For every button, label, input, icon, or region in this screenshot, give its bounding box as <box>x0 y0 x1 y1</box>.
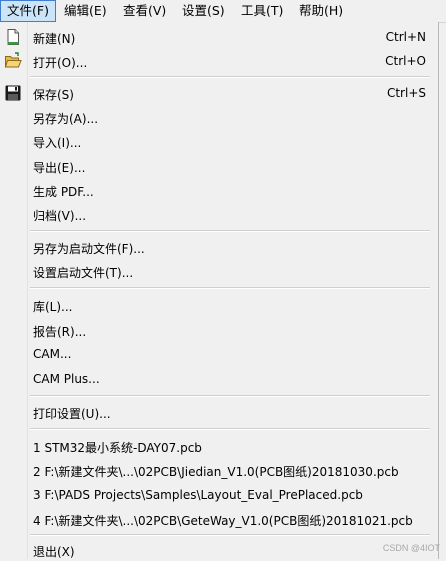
menu-item-save-as-startup-label: 另存为启动文件(F)... <box>33 242 145 256</box>
recent-file-2[interactable]: 2 F:\新建文件夹\...\02PCB\Jiedian_V1.0(PCB图纸)… <box>0 459 438 481</box>
menu-item-print-setup-label: 打印设置(U)... <box>33 407 111 421</box>
watermark: CSDN @4IOT <box>382 543 440 553</box>
menu-bar: 文件(F) 编辑(E) 查看(V) 设置(S) 工具(T) 帮助(H) <box>0 0 446 23</box>
menu-item-export-label: 导出(E)... <box>33 161 86 175</box>
menu-item-reports-label: 报告(R)... <box>33 325 87 339</box>
menu-item-reports[interactable]: 报告(R)... <box>0 319 438 341</box>
floppy-disk-icon <box>4 84 22 102</box>
menu-item-save-label: 保存(S) <box>33 88 74 102</box>
separator <box>30 428 430 430</box>
menu-item-exit[interactable]: 退出(X) <box>0 539 438 561</box>
menu-item-generate-pdf[interactable]: 生成 PDF... <box>0 179 438 201</box>
menu-item-save[interactable]: 保存(S) Ctrl+S <box>0 82 438 104</box>
menu-item-open-shortcut: Ctrl+O <box>385 54 426 68</box>
menu-setup[interactable]: 设置(S) <box>176 0 231 22</box>
open-folder-icon <box>4 52 22 70</box>
separator <box>30 76 430 78</box>
menu-item-cam-plus-label: CAM Plus... <box>33 372 100 386</box>
menu-help[interactable]: 帮助(H) <box>293 0 349 22</box>
separator <box>30 534 430 536</box>
menu-item-cam-label: CAM... <box>33 347 72 361</box>
menu-edit[interactable]: 编辑(E) <box>58 0 113 22</box>
menu-item-exit-label: 退出(X) <box>33 545 75 559</box>
menu-view[interactable]: 查看(V) <box>117 0 172 22</box>
separator <box>30 287 430 289</box>
recent-file-1[interactable]: 1 STM32最小系统-DAY07.pcb <box>0 435 438 457</box>
recent-file-label: 3 F:\PADS Projects\Samples\Layout_Eval_P… <box>33 488 363 502</box>
menu-item-import[interactable]: 导入(I)... <box>0 130 438 152</box>
menu-item-open-label: 打开(O)... <box>33 56 88 70</box>
menu-item-save-shortcut: Ctrl+S <box>386 86 426 100</box>
menu-item-new-label: 新建(N) <box>33 32 76 46</box>
menu-tools[interactable]: 工具(T) <box>235 0 289 22</box>
menu-item-save-as-startup[interactable]: 另存为启动文件(F)... <box>0 236 438 258</box>
menu-item-save-as[interactable]: 另存为(A)... <box>0 106 438 128</box>
menu-item-open[interactable]: 打开(O)... Ctrl+O <box>0 50 438 72</box>
menu-item-library-label: 库(L)... <box>33 300 73 314</box>
menu-item-print-setup[interactable]: 打印设置(U)... <box>0 401 438 423</box>
recent-file-4[interactable]: 4 F:\新建文件夹\...\02PCB\GeteWay_V1.0(PCB图纸)… <box>0 508 438 530</box>
menu-item-archive-label: 归档(V)... <box>33 209 87 223</box>
recent-file-label: 2 F:\新建文件夹\...\02PCB\Jiedian_V1.0(PCB图纸)… <box>33 465 399 479</box>
recent-file-label: 1 STM32最小系统-DAY07.pcb <box>33 441 202 455</box>
menu-item-archive[interactable]: 归档(V)... <box>0 203 438 225</box>
menu-item-set-startup[interactable]: 设置启动文件(T)... <box>0 260 438 282</box>
menu-file[interactable]: 文件(F) <box>0 0 56 22</box>
file-menu-dropdown: 新建(N) Ctrl+N 打开(O)... Ctrl+O 保存(S) Ctrl+… <box>0 22 439 559</box>
recent-file-label: 4 F:\新建文件夹\...\02PCB\GeteWay_V1.0(PCB图纸)… <box>33 514 413 528</box>
menu-item-generate-pdf-label: 生成 PDF... <box>33 185 94 199</box>
recent-file-3[interactable]: 3 F:\PADS Projects\Samples\Layout_Eval_P… <box>0 484 438 506</box>
menu-item-export[interactable]: 导出(E)... <box>0 155 438 177</box>
menu-item-cam-plus[interactable]: CAM Plus... <box>0 368 438 390</box>
separator <box>30 395 430 397</box>
menu-item-new[interactable]: 新建(N) Ctrl+N <box>0 26 438 48</box>
separator <box>30 230 430 232</box>
new-document-icon <box>4 28 22 46</box>
menu-item-save-as-label: 另存为(A)... <box>33 112 99 126</box>
menu-item-import-label: 导入(I)... <box>33 136 82 150</box>
menu-item-set-startup-label: 设置启动文件(T)... <box>33 266 134 280</box>
menu-item-new-shortcut: Ctrl+N <box>385 30 426 44</box>
menu-item-cam[interactable]: CAM... <box>0 343 438 365</box>
menu-item-library[interactable]: 库(L)... <box>0 294 438 316</box>
